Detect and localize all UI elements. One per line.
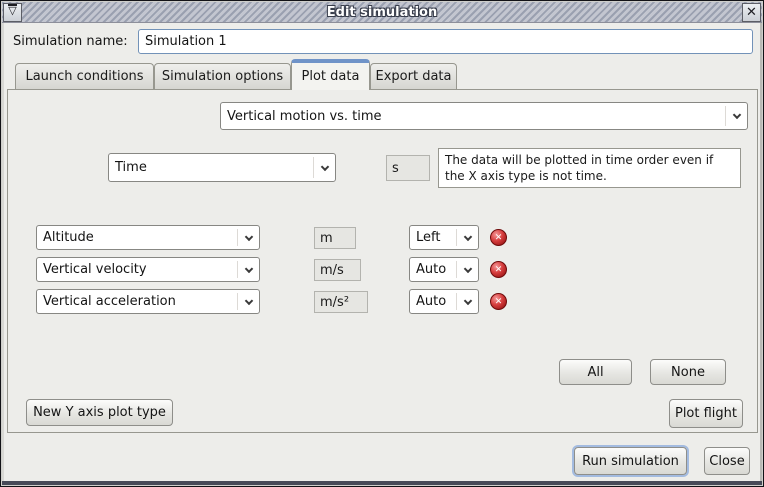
- close-icon: ✕: [746, 5, 757, 20]
- delete-y-axis-button-3[interactable]: ✕: [490, 293, 507, 310]
- y-axis-type-value-3: Vertical acceleration: [43, 294, 176, 309]
- y-axis-type-value-1: Altitude: [43, 230, 94, 245]
- edit-simulation-dialog: ▽ Edit simulation ✕ Simulation name: Lau…: [0, 0, 764, 487]
- plot-order-note: The data will be plotted in time order e…: [438, 148, 741, 188]
- new-y-axis-plot-type-button[interactable]: New Y axis plot type: [26, 399, 173, 426]
- tab-launch-conditions[interactable]: Launch conditions: [15, 63, 154, 89]
- y-axis-axis-value-1: Left: [416, 230, 440, 245]
- chevron-down-icon: [245, 296, 253, 304]
- simulation-name-label: Simulation name:: [13, 34, 128, 49]
- y-axis-axis-value-3: Auto: [416, 294, 446, 309]
- delete-y-axis-button-2[interactable]: ✕: [490, 261, 507, 278]
- preset-configurations-value: Vertical motion vs. time: [227, 109, 382, 124]
- tab-plot-data[interactable]: Plot data: [291, 59, 370, 90]
- window-menu-icon: ▽: [8, 6, 16, 16]
- titlebar: ▽ Edit simulation ✕: [2, 2, 762, 23]
- chevron-down-icon: [464, 232, 472, 240]
- y-axis-unit-field-3: m/s²: [314, 291, 368, 313]
- chevron-down-icon: [245, 232, 253, 240]
- delete-y-axis-button-1[interactable]: ✕: [490, 229, 507, 246]
- y-axis-axis-value-2: Auto: [416, 262, 446, 277]
- window-title: Edit simulation: [23, 5, 741, 20]
- chevron-down-icon: [733, 111, 741, 119]
- y-axis-axis-combobox-1[interactable]: Left: [409, 225, 479, 250]
- plot-flight-button[interactable]: Plot flight: [669, 399, 743, 428]
- close-button[interactable]: Close: [704, 447, 750, 475]
- x-axis-type-value: Time: [115, 160, 147, 175]
- delete-icon: ✕: [495, 265, 503, 275]
- y-axis-unit-field-2: m/s: [314, 259, 361, 281]
- none-button[interactable]: None: [650, 359, 726, 385]
- y-axis-axis-combobox-3[interactable]: Auto: [409, 289, 479, 314]
- tab-export-data[interactable]: Export data: [370, 63, 457, 89]
- delete-icon: ✕: [495, 233, 503, 243]
- y-axis-type-combobox-3[interactable]: Vertical acceleration: [36, 289, 260, 314]
- y-axis-axis-combobox-2[interactable]: Auto: [409, 257, 479, 282]
- delete-icon: ✕: [495, 297, 503, 307]
- y-axis-type-combobox-2[interactable]: Vertical velocity: [36, 257, 260, 282]
- simulation-name-input[interactable]: [138, 29, 753, 54]
- run-simulation-button[interactable]: Run simulation: [574, 447, 687, 475]
- chevron-down-icon: [245, 264, 253, 272]
- preset-configurations-combobox[interactable]: Vertical motion vs. time: [220, 102, 748, 130]
- y-axis-type-value-2: Vertical velocity: [43, 262, 147, 277]
- chevron-down-icon: [464, 296, 472, 304]
- y-axis-type-combobox-1[interactable]: Altitude: [36, 225, 260, 250]
- chevron-down-icon: [321, 162, 329, 170]
- all-button[interactable]: All: [559, 359, 632, 385]
- tab-simulation-options[interactable]: Simulation options: [154, 63, 291, 89]
- chevron-down-icon: [464, 264, 472, 272]
- y-axis-unit-field-1: m: [314, 227, 356, 249]
- x-axis-unit-field: s: [386, 155, 430, 181]
- window-menu-button[interactable]: ▽: [3, 3, 22, 22]
- x-axis-type-combobox[interactable]: Time: [108, 153, 336, 182]
- close-window-button[interactable]: ✕: [742, 3, 761, 22]
